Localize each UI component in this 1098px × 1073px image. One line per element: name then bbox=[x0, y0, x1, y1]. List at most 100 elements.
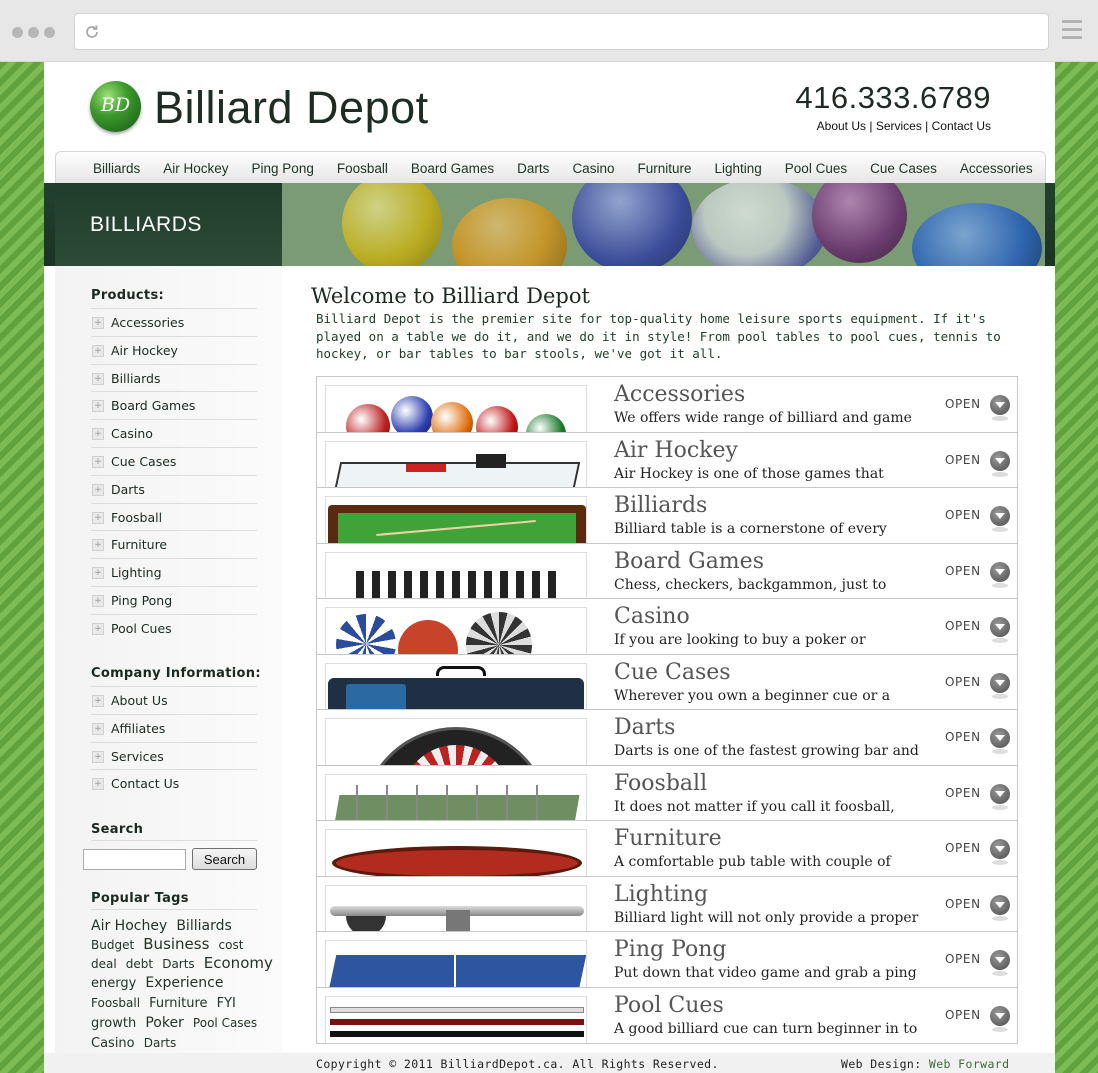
sidebar-item-cue-cases[interactable]: Cue Cases bbox=[91, 446, 257, 475]
category-title[interactable]: Air Hockey bbox=[614, 438, 738, 463]
sidebar-item-about-us[interactable]: About Us bbox=[91, 686, 257, 714]
chevron-down-icon[interactable] bbox=[990, 672, 1010, 693]
nav-item-furniture[interactable]: Furniture bbox=[637, 161, 691, 176]
category-image[interactable] bbox=[325, 940, 587, 987]
open-label[interactable]: OPEN bbox=[945, 1008, 981, 1022]
category-image[interactable] bbox=[325, 440, 587, 488]
tag-link[interactable]: Foosball bbox=[91, 996, 140, 1010]
tag-link[interactable]: debt bbox=[126, 957, 153, 971]
category-row-furniture[interactable]: Furniture A comfortable pub table with co… bbox=[317, 821, 1017, 877]
open-label[interactable]: OPEN bbox=[945, 453, 981, 467]
top-link-services[interactable]: Services bbox=[876, 119, 922, 133]
open-label[interactable]: OPEN bbox=[945, 675, 981, 689]
category-row-cue-cases[interactable]: Cue Cases Wherever you own a beginner cue… bbox=[317, 655, 1017, 710]
address-bar[interactable] bbox=[74, 13, 1049, 50]
logo-text[interactable]: Billiard Depot bbox=[154, 82, 429, 134]
window-controls[interactable] bbox=[12, 27, 55, 38]
category-image[interactable] bbox=[325, 884, 587, 932]
top-link-contact[interactable]: Contact Us bbox=[932, 119, 991, 133]
sidebar-item-darts[interactable]: Darts bbox=[91, 474, 257, 503]
open-label[interactable]: OPEN bbox=[945, 786, 981, 800]
category-row-billiards[interactable]: Billiards Billiard table is a cornerstone… bbox=[317, 488, 1017, 544]
category-image[interactable] bbox=[325, 607, 587, 654]
nav-item-foosball[interactable]: Foosball bbox=[337, 161, 388, 176]
category-row-darts[interactable]: Darts Darts is one of the fastest growing… bbox=[317, 710, 1017, 766]
open-label[interactable]: OPEN bbox=[945, 397, 981, 411]
chevron-down-icon[interactable] bbox=[990, 894, 1010, 915]
category-title[interactable]: Pool Cues bbox=[614, 993, 724, 1018]
nav-item-darts[interactable]: Darts bbox=[517, 161, 549, 176]
open-label[interactable]: OPEN bbox=[945, 564, 981, 578]
category-image[interactable] bbox=[325, 773, 587, 821]
chevron-down-icon[interactable] bbox=[990, 450, 1010, 471]
chevron-down-icon[interactable] bbox=[990, 561, 1010, 582]
nav-item-cue-cases[interactable]: Cue Cases bbox=[870, 161, 937, 176]
tag-link[interactable]: Poker bbox=[145, 1015, 184, 1031]
category-image[interactable] bbox=[325, 829, 587, 876]
nav-item-lighting[interactable]: Lighting bbox=[715, 161, 762, 176]
category-title[interactable]: Furniture bbox=[614, 826, 722, 851]
tag-link[interactable]: Air Hochey bbox=[91, 918, 167, 934]
tag-link[interactable]: Billiards bbox=[176, 918, 231, 934]
logo-icon[interactable]: BD bbox=[90, 81, 141, 132]
category-title[interactable]: Accessories bbox=[614, 382, 745, 407]
top-link-about[interactable]: About Us bbox=[817, 119, 866, 133]
category-row-lighting[interactable]: Lighting Billiard light will not only pro… bbox=[317, 877, 1017, 932]
tag-link[interactable]: FYI bbox=[217, 996, 236, 1011]
tag-link[interactable]: energy bbox=[91, 976, 136, 991]
category-image[interactable] bbox=[325, 662, 587, 710]
search-button[interactable]: Search bbox=[192, 848, 257, 870]
chevron-down-icon[interactable] bbox=[990, 617, 1010, 637]
nav-item-billiards[interactable]: Billiards bbox=[93, 161, 140, 176]
category-image[interactable] bbox=[325, 385, 587, 432]
nav-item-casino[interactable]: Casino bbox=[572, 161, 614, 176]
sidebar-item-board-games[interactable]: Board Games bbox=[91, 391, 257, 419]
sidebar-item-foosball[interactable]: Foosball bbox=[91, 502, 257, 531]
sidebar-item-ping-pong[interactable]: Ping Pong bbox=[91, 585, 257, 614]
category-image[interactable] bbox=[325, 496, 587, 543]
tag-link[interactable]: Business bbox=[143, 935, 209, 953]
sidebar-item-services[interactable]: Services bbox=[91, 741, 257, 770]
category-row-foosball[interactable]: Foosball It does not matter if you call i… bbox=[317, 766, 1017, 821]
category-title[interactable]: Darts bbox=[614, 715, 675, 740]
tag-link[interactable]: growth bbox=[91, 1016, 136, 1031]
category-title[interactable]: Casino bbox=[614, 604, 690, 629]
tag-link[interactable]: Experience bbox=[145, 975, 223, 991]
nav-item-ping-pong[interactable]: Ping Pong bbox=[252, 161, 314, 176]
tag-link[interactable]: Pool Cases bbox=[193, 1016, 257, 1030]
nav-item-pool-cues[interactable]: Pool Cues bbox=[785, 161, 847, 176]
sidebar-item-lighting[interactable]: Lighting bbox=[91, 558, 257, 586]
category-title[interactable]: Cue Cases bbox=[614, 660, 731, 685]
tag-link[interactable]: cost bbox=[219, 938, 244, 952]
sidebar-item-furniture[interactable]: Furniture bbox=[91, 530, 257, 558]
nav-item-accessories[interactable]: Accessories bbox=[960, 161, 1033, 176]
open-label[interactable]: OPEN bbox=[945, 897, 981, 911]
search-input[interactable] bbox=[83, 849, 186, 870]
category-title[interactable]: Lighting bbox=[614, 882, 708, 907]
sidebar-item-contact-us[interactable]: Contact Us bbox=[91, 769, 257, 797]
category-row-air-hockey[interactable]: Air Hockey Air Hockey is one of those gam… bbox=[317, 433, 1017, 488]
tag-link[interactable]: Furniture bbox=[149, 996, 207, 1011]
sidebar-item-pool-cues[interactable]: Pool Cues bbox=[91, 613, 257, 642]
tag-link[interactable]: Darts bbox=[162, 957, 194, 971]
chevron-down-icon[interactable] bbox=[990, 839, 1010, 859]
reload-icon[interactable] bbox=[83, 23, 101, 41]
web-design-link[interactable]: Web Forward bbox=[929, 1057, 1010, 1071]
open-label[interactable]: OPEN bbox=[945, 952, 981, 966]
tag-link[interactable]: Casino bbox=[91, 1036, 135, 1051]
nav-item-board-games[interactable]: Board Games bbox=[411, 161, 494, 176]
sidebar-item-casino[interactable]: Casino bbox=[91, 419, 257, 447]
open-label[interactable]: OPEN bbox=[945, 508, 981, 522]
category-row-accessories[interactable]: Accessories We offers wide range of billi… bbox=[317, 377, 1017, 433]
sidebar-item-accessories[interactable]: Accessories bbox=[91, 308, 257, 336]
chevron-down-icon[interactable] bbox=[990, 395, 1010, 415]
sidebar-item-affiliates[interactable]: Affiliates bbox=[91, 713, 257, 742]
chevron-down-icon[interactable] bbox=[990, 1005, 1010, 1026]
chevron-down-icon[interactable] bbox=[990, 783, 1010, 804]
chevron-down-icon[interactable] bbox=[990, 950, 1010, 970]
category-title[interactable]: Foosball bbox=[614, 771, 707, 796]
nav-item-air-hockey[interactable]: Air Hockey bbox=[163, 161, 228, 176]
category-title[interactable]: Ping Pong bbox=[614, 937, 727, 962]
category-row-board-games[interactable]: Board Games Chess, checkers, backgammon, … bbox=[317, 544, 1017, 599]
sidebar-item-billiards[interactable]: Billiards bbox=[91, 363, 257, 392]
